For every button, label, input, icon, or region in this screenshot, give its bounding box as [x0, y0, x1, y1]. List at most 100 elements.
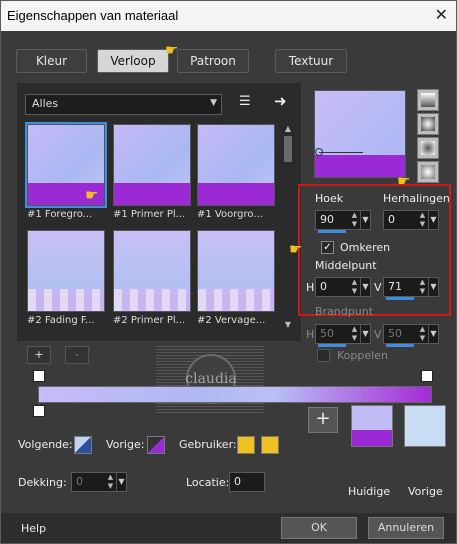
- spinner-arrows-icon[interactable]: ▲ ▼: [418, 211, 427, 229]
- ok-button[interactable]: OK: [281, 517, 357, 539]
- chevron-down-icon[interactable]: ▼: [428, 325, 438, 343]
- gradient-thumb-label: #1 Foregro...: [27, 209, 93, 220]
- gradient-thumb[interactable]: #1 Foregro... ☛: [25, 122, 107, 220]
- opacity-stop-right[interactable]: [421, 370, 433, 382]
- gebruiker-color-1[interactable]: [237, 436, 255, 454]
- dekking-value: 0: [76, 475, 83, 488]
- middelpunt-label: Middelpunt: [315, 259, 377, 272]
- add-stop-button[interactable]: +: [27, 346, 51, 364]
- middelpunt-h-label: H: [306, 281, 315, 294]
- gradient-thumb-label: #2 Vervage...: [197, 315, 266, 326]
- tab-verloop[interactable]: Verloop: [97, 49, 169, 73]
- hoek-input[interactable]: 90 ▲ ▼ ▼: [315, 210, 371, 233]
- locatie-input[interactable]: 0: [229, 472, 265, 492]
- tab-textuur[interactable]: Textuur: [275, 49, 347, 73]
- thumbnail-scrollbar[interactable]: ▲ ▼: [283, 124, 293, 329]
- gradient-thumb-label: #2 Primer Pl...: [113, 315, 186, 326]
- chevron-down-icon[interactable]: ▼: [428, 211, 438, 229]
- huidige-swatch[interactable]: [351, 405, 393, 447]
- gebruiker-label: Gebruiker:: [179, 438, 237, 451]
- pointing-hand-icon: ☛: [289, 240, 303, 258]
- middelpunt-h-input[interactable]: 0 ▲ ▼ ▼: [315, 277, 371, 297]
- spinner-arrows-icon[interactable]: ▲ ▼: [106, 473, 115, 491]
- brandpunt-label: Brandpunt: [315, 305, 374, 318]
- rectangular-style-button[interactable]: [417, 113, 439, 135]
- category-dropdown[interactable]: Alles ▼: [25, 94, 222, 115]
- dekking-input[interactable]: 0 ▲ ▼ ▼: [71, 472, 127, 492]
- volgende-label: Volgende:: [18, 438, 73, 451]
- brandpunt-h-label: H: [306, 328, 315, 341]
- gradient-thumb[interactable]: #1 Voorgro...: [197, 124, 275, 220]
- library-list-icon[interactable]: ☰: [239, 94, 255, 110]
- help-link[interactable]: Help: [21, 522, 46, 535]
- add-swatch-button[interactable]: +: [308, 407, 338, 433]
- pointing-hand-icon: ☛: [85, 186, 99, 204]
- koppelen-checkbox[interactable]: [317, 349, 330, 362]
- herhalingen-label: Herhalingen: [383, 192, 450, 205]
- watermark-logo: claudia: [156, 346, 264, 414]
- scroll-thumb[interactable]: [284, 136, 292, 162]
- chevron-down-icon[interactable]: ▼: [360, 211, 370, 229]
- middelpunt-v-input[interactable]: 71 ▲ ▼ ▼: [383, 277, 439, 300]
- herhalingen-input[interactable]: 0 ▲ ▼ ▼: [383, 210, 439, 230]
- radial-style-button[interactable]: [417, 161, 439, 183]
- brandpunt-h-value: 50: [320, 327, 334, 340]
- gradient-preview[interactable]: [314, 90, 406, 178]
- gradient-swatch: [197, 124, 275, 206]
- spinner-arrows-icon[interactable]: ▲ ▼: [350, 211, 359, 229]
- chevron-down-icon[interactable]: ▼: [428, 278, 438, 296]
- gradient-swatch: [113, 124, 191, 206]
- gradient-swatch: [27, 230, 105, 312]
- scroll-down-icon[interactable]: ▼: [283, 320, 293, 329]
- spinner-arrows-icon[interactable]: ▲ ▼: [350, 278, 359, 296]
- gebruiker-color-2[interactable]: [261, 436, 279, 454]
- vorige-swatch[interactable]: [404, 405, 446, 447]
- chevron-down-icon[interactable]: ▼: [360, 278, 370, 296]
- middelpunt-h-value: 0: [320, 280, 327, 293]
- gradient-bar[interactable]: [38, 386, 432, 403]
- brandpunt-v-value: 50: [388, 327, 402, 340]
- spinner-arrows-icon[interactable]: ▲ ▼: [418, 278, 427, 296]
- spinner-arrows-icon[interactable]: ▲ ▼: [418, 325, 427, 343]
- middelpunt-v-label: V: [374, 281, 382, 294]
- locatie-value: 0: [234, 475, 241, 488]
- brandpunt-h-input[interactable]: 50 ▲ ▼ ▼: [315, 324, 371, 347]
- scroll-up-icon[interactable]: ▲: [283, 124, 293, 133]
- pointing-hand-icon: ☛: [165, 41, 179, 59]
- brandpunt-v-input[interactable]: 50 ▲ ▼ ▼: [383, 324, 439, 347]
- gradient-thumb[interactable]: #2 Fading F...: [27, 230, 105, 326]
- vorige-color-button[interactable]: [147, 436, 165, 454]
- volgende-color-button[interactable]: [74, 436, 92, 454]
- opacity-stop-left[interactable]: [33, 370, 45, 382]
- chevron-down-icon: ▼: [210, 98, 217, 108]
- sunburst-style-button[interactable]: [417, 137, 439, 159]
- arrow-right-icon[interactable]: ➜: [274, 92, 287, 110]
- linear-style-button[interactable]: [417, 89, 439, 111]
- close-icon[interactable]: ✕: [435, 5, 448, 24]
- cancel-button[interactable]: Annuleren: [368, 517, 444, 539]
- vorige-label: Vorige:: [106, 438, 145, 451]
- vorige-label-swatch: Vorige: [408, 485, 443, 498]
- title-bar: Eigenschappen van materiaal ✕: [1, 1, 456, 31]
- tab-kleur[interactable]: Kleur: [16, 49, 87, 73]
- spinner-arrows-icon[interactable]: ▲ ▼: [350, 325, 359, 343]
- gradient-swatch: [113, 230, 191, 312]
- gradient-swatch: [197, 230, 275, 312]
- gradient-thumb[interactable]: #2 Vervage...: [197, 230, 275, 326]
- koppelen-label: Koppelen: [337, 349, 388, 362]
- gradient-thumb[interactable]: #2 Primer Pl...: [113, 230, 191, 326]
- gradient-thumb[interactable]: #1 Primer Pl...: [113, 124, 191, 220]
- brandpunt-v-label: V: [374, 328, 382, 341]
- tab-patroon[interactable]: Patroon: [177, 49, 249, 73]
- chevron-down-icon[interactable]: ▼: [360, 325, 370, 343]
- omkeren-checkbox[interactable]: ✓: [321, 241, 334, 254]
- gradient-thumb-label: #1 Voorgro...: [197, 209, 263, 220]
- chevron-down-icon[interactable]: ▼: [116, 473, 126, 491]
- huidige-label: Huidige: [348, 485, 391, 498]
- middelpunt-v-value: 71: [388, 280, 402, 293]
- remove-stop-button[interactable]: -: [65, 346, 89, 364]
- color-stop-left[interactable]: [33, 405, 45, 417]
- locatie-label: Locatie:: [186, 476, 230, 489]
- gradient-thumbnails: #1 Foregro... ☛ #1 Primer Pl... #1 Voorg…: [25, 122, 277, 332]
- crosshair-icon[interactable]: [315, 148, 323, 156]
